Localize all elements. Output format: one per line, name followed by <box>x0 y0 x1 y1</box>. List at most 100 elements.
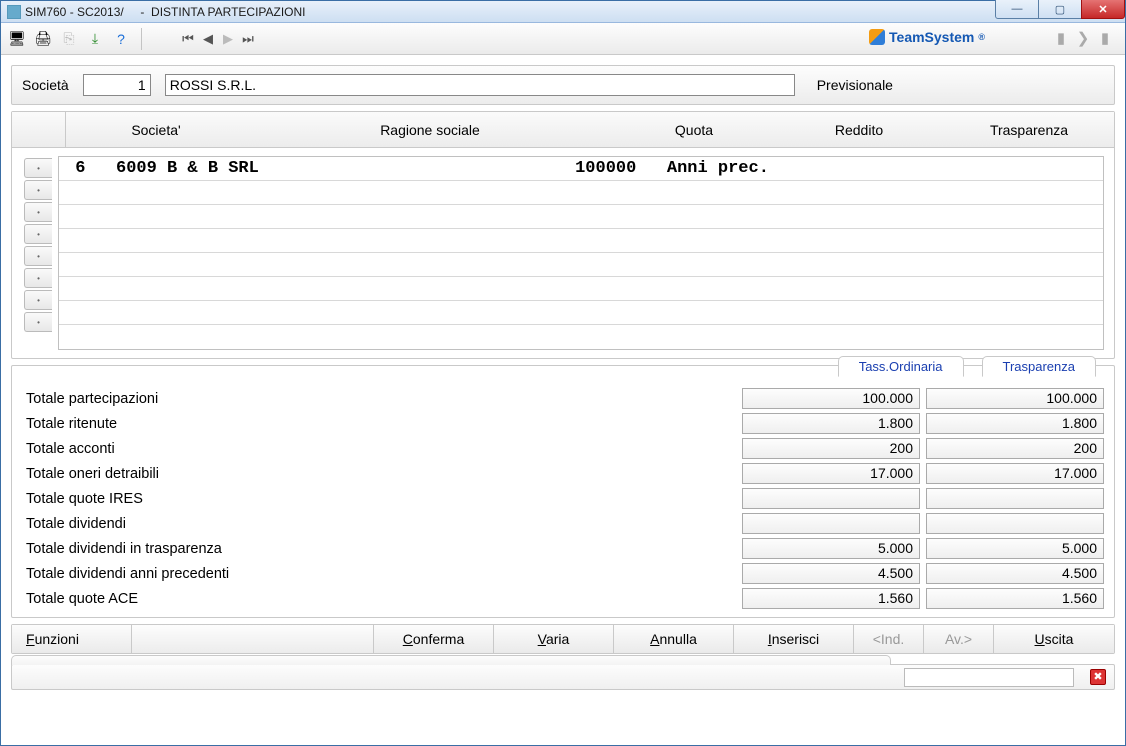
total-quote-ace: Totale quote ACE 1.560 1.560 <box>22 586 1104 611</box>
conferma-button[interactable]: Conferma <box>374 625 494 653</box>
status-close-icon[interactable]: ✖ <box>1090 669 1106 685</box>
total-label: Totale ritenute <box>22 416 736 432</box>
col-trasparenza: Trasparenza <box>944 112 1114 147</box>
societa-name-input[interactable] <box>165 74 795 96</box>
status-tab <box>11 655 891 665</box>
col-societa: Societa' <box>66 112 246 147</box>
row-selector[interactable]: • <box>24 268 52 288</box>
content-area: Società Previsionale Societa' Ragione so… <box>1 55 1125 745</box>
total-value-tra: 200 <box>926 438 1104 459</box>
total-value-ord: 1.800 <box>742 413 920 434</box>
footer-spacer <box>132 625 374 653</box>
table-row[interactable]: 6 6009 B & B SRL 100000 Anni prec. <box>59 157 1103 181</box>
funzioni-button[interactable]: Funzioni <box>12 625 132 653</box>
col-ragione-sociale: Ragione sociale <box>246 112 614 147</box>
total-label: Totale quote ACE <box>22 591 736 607</box>
grid-body: • • • • • • • • 6 6009 B & B SRL 100000 … <box>12 148 1114 358</box>
screen-icon[interactable]: 🖥 <box>5 27 29 51</box>
total-value-ord: 17.000 <box>742 463 920 484</box>
total-value-tra: 1.560 <box>926 588 1104 609</box>
nav-prev-icon[interactable]: ◀ <box>198 28 218 50</box>
grid-rows[interactable]: 6 6009 B & B SRL 100000 Anni prec. <box>58 156 1104 350</box>
minimize-button[interactable]: — <box>995 0 1039 19</box>
brand-logo: TeamSystem® <box>869 29 985 45</box>
grid-header-spacer <box>12 112 66 147</box>
row-selector[interactable]: • <box>24 312 52 332</box>
total-dividendi-anni-precedenti: Totale dividendi anni precedenti 4.500 4… <box>22 561 1104 586</box>
total-value-tra: 5.000 <box>926 538 1104 559</box>
table-row[interactable] <box>59 229 1103 253</box>
btn-text: unzioni <box>35 631 79 647</box>
annulla-button[interactable]: Annulla <box>614 625 734 653</box>
total-value-ord: 100.000 <box>742 388 920 409</box>
export-icon[interactable]: ⤓ <box>83 27 107 51</box>
total-label: Totale dividendi anni precedenti <box>22 566 736 582</box>
total-value-tra: 4.500 <box>926 563 1104 584</box>
total-value-tra: 1.800 <box>926 413 1104 434</box>
col-reddito: Reddito <box>774 112 944 147</box>
previsionale-label: Previsionale <box>817 77 893 93</box>
total-value-ord: 5.000 <box>742 538 920 559</box>
tab-tass-ordinaria[interactable]: Tass.Ordinaria <box>838 356 964 377</box>
inserisci-button[interactable]: Inserisci <box>734 625 854 653</box>
nav-first-icon[interactable]: ⏮ <box>178 28 198 50</box>
toolbar: 🖥 🖨 ⎘ ⤓ ? ⏮ ◀ ▶ ⏭ TeamSystem® ▮ ❯ ▮ <box>1 23 1125 55</box>
titlebar: SIM760 - SC2013/ - DISTINTA PARTECIPAZIO… <box>1 1 1125 23</box>
row-selectors: • • • • • • • • <box>12 152 58 358</box>
close-button[interactable]: ✕ <box>1081 0 1125 19</box>
row-selector[interactable]: • <box>24 202 52 222</box>
brand-icon <box>869 29 885 45</box>
table-row[interactable] <box>59 253 1103 277</box>
copy-icon[interactable]: ⎘ <box>57 27 81 51</box>
table-row[interactable] <box>59 325 1103 349</box>
forward-icon[interactable]: ❯ <box>1073 27 1093 49</box>
col-quota: Quota <box>614 112 774 147</box>
table-row[interactable] <box>59 301 1103 325</box>
total-value-tra <box>926 488 1104 509</box>
total-oneri-detraibili: Totale oneri detraibili 17.000 17.000 <box>22 461 1104 486</box>
statusbar: ✖ <box>11 664 1115 690</box>
nav-next-icon[interactable]: ▶ <box>218 28 238 50</box>
table-row[interactable] <box>59 277 1103 301</box>
total-label: Totale dividendi <box>22 516 736 532</box>
maximize-button[interactable]: ▢ <box>1038 0 1082 19</box>
table-row[interactable] <box>59 205 1103 229</box>
totals-panel: Tass.Ordinaria Trasparenza Totale partec… <box>11 365 1115 618</box>
total-acconti: Totale acconti 200 200 <box>22 436 1104 461</box>
app-icon <box>7 5 21 19</box>
tab-trasparenza[interactable]: Trasparenza <box>982 356 1097 377</box>
grid-header: Societa' Ragione sociale Quota Reddito T… <box>12 112 1114 148</box>
row-selector[interactable]: • <box>24 180 52 200</box>
total-quote-ires: Totale quote IRES <box>22 486 1104 511</box>
brand-text: TeamSystem <box>889 29 974 45</box>
total-value-tra <box>926 513 1104 534</box>
total-dividendi: Totale dividendi <box>22 511 1104 536</box>
doc-icon[interactable]: ▮ <box>1051 27 1071 49</box>
ind-button: <Ind. <box>854 625 924 653</box>
total-label: Totale dividendi in trasparenza <box>22 541 736 557</box>
company-panel: Società Previsionale <box>11 65 1115 105</box>
row-selector[interactable]: • <box>24 224 52 244</box>
total-label: Totale quote IRES <box>22 491 736 507</box>
help-icon[interactable]: ? <box>109 27 133 51</box>
varia-button[interactable]: Varia <box>494 625 614 653</box>
total-partecipazioni: Totale partecipazioni 100.000 100.000 <box>22 386 1104 411</box>
row-selector[interactable]: • <box>24 158 52 178</box>
toolbar-separator <box>141 28 142 50</box>
uscita-button[interactable]: Uscita <box>994 625 1114 653</box>
nav-last-icon[interactable]: ⏭ <box>238 28 258 50</box>
total-value-ord: 4.500 <box>742 563 920 584</box>
print-icon[interactable]: 🖨 <box>31 27 55 51</box>
av-button: Av.> <box>924 625 994 653</box>
total-label: Totale oneri detraibili <box>22 466 736 482</box>
row-selector[interactable]: • <box>24 246 52 266</box>
societa-code-input[interactable] <box>83 74 151 96</box>
footer-toolbar: Funzioni Conferma Varia Annulla Inserisc… <box>11 624 1115 654</box>
total-value-ord <box>742 513 920 534</box>
total-dividendi-trasparenza: Totale dividendi in trasparenza 5.000 5.… <box>22 536 1104 561</box>
table-row[interactable] <box>59 181 1103 205</box>
total-label: Totale partecipazioni <box>22 391 736 407</box>
row-selector[interactable]: • <box>24 290 52 310</box>
total-value-tra: 100.000 <box>926 388 1104 409</box>
stack-icon[interactable]: ▮ <box>1095 27 1115 49</box>
